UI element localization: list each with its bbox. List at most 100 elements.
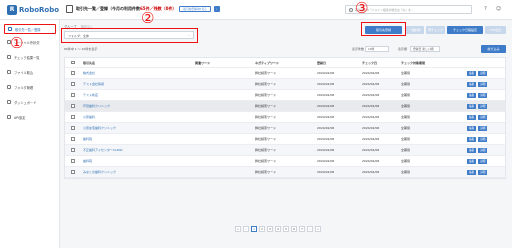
page-button[interactable]: 4: [275, 226, 281, 232]
table-row[interactable]: テスト新店 弊社検索ワード 2024/02/06 2024/02/06 全期間 編集 詳細: [65, 90, 505, 101]
detail-button[interactable]: 詳細: [478, 147, 488, 153]
client-name-link[interactable]: 小原在宅歯科クリニック: [83, 123, 116, 133]
recheck-button[interactable]: 再チェック: [426, 26, 445, 34]
filter-button[interactable]: 絞り込み: [481, 45, 506, 53]
edit-button[interactable]: 編集: [467, 158, 477, 164]
help-icon[interactable]: ?: [482, 6, 489, 13]
row-checkbox[interactable]: [71, 167, 75, 177]
edit-button[interactable]: 編集: [467, 70, 477, 76]
display-count-select[interactable]: 10件: [365, 46, 389, 52]
checkbox[interactable]: [71, 170, 75, 174]
detail-button[interactable]: 詳細: [478, 103, 488, 109]
edit-button[interactable]: 編集: [467, 114, 477, 120]
detail-button[interactable]: 詳細: [478, 114, 488, 120]
page-button[interactable]: «: [235, 226, 241, 232]
sort-select[interactable]: 登録日 新しい順: [410, 46, 440, 52]
row-checkbox[interactable]: [71, 101, 75, 111]
col-checked[interactable]: チェック日: [362, 58, 377, 67]
edit-button[interactable]: 編集: [467, 125, 477, 131]
page-button[interactable]: 2: [259, 226, 265, 232]
annotation-three: ③: [355, 0, 369, 17]
registered-date-cell: 2024/02/06: [317, 148, 335, 152]
folder-icon: [7, 85, 11, 89]
client-name-link[interactable]: 歯科院: [83, 156, 92, 166]
check-schedule-button[interactable]: チェック日程設定: [447, 26, 483, 34]
edit-button[interactable]: 編集: [467, 169, 477, 175]
page-button[interactable]: 7: [299, 226, 305, 232]
checkbox[interactable]: [71, 93, 75, 97]
row-checkbox[interactable]: [71, 156, 75, 166]
client-name-link[interactable]: テスト新店: [83, 90, 98, 100]
row-checkbox[interactable]: [71, 112, 75, 122]
row-checkbox[interactable]: [71, 68, 75, 78]
checkbox[interactable]: [71, 60, 75, 65]
sidebar-item-check-results[interactable]: チェック結果一覧: [4, 52, 56, 62]
client-name-link[interactable]: 芦田歯科クリニック: [83, 101, 110, 111]
table-row[interactable]: 歯科院 弊社検索ワード 2024/02/06 2024/02/06 全期間 編集 詳細: [65, 134, 505, 145]
checkbox[interactable]: [71, 115, 75, 119]
sidebar-item-clients[interactable]: 取引先一覧／登録: [4, 24, 56, 34]
checkbox[interactable]: [71, 71, 75, 75]
col-registered[interactable]: 登録日: [317, 58, 326, 67]
table-row[interactable]: 小原歯科 弊社検索ワード 2024/02/06 2024/02/06 全期間 編集 詳細: [65, 112, 505, 123]
pagination: «‹ 1 2 3 4 5 6 7 ›»: [235, 226, 321, 232]
table-row[interactable]: 芦田歯科クリニック 弊社検索ワード 2024/02/06 2024/02/06 全期間 編…: [65, 101, 505, 112]
table-row[interactable]: みなとの歯科クリニック 弊社検索ワード 2024/02/06 2024/02/06 全期…: [65, 167, 505, 178]
edit-button[interactable]: 編集: [467, 136, 477, 142]
col-name[interactable]: 取引先名: [83, 58, 95, 67]
limit-button-icon[interactable]: ›: [213, 6, 220, 12]
client-name-link[interactable]: みなとの歯科クリニック: [83, 167, 116, 177]
page-button[interactable]: ‹: [243, 226, 249, 232]
row-checkbox[interactable]: [71, 79, 75, 89]
sidebar-item-label: ファイル取込: [14, 70, 34, 75]
edit-button[interactable]: 編集: [467, 92, 477, 98]
client-name-link[interactable]: 株式会社: [83, 68, 95, 78]
sidebar-item-api[interactable]: API設定: [4, 112, 56, 122]
checkbox[interactable]: [71, 148, 75, 152]
client-name-link[interactable]: 不正歯科アイセンターCLINIC: [83, 145, 123, 155]
app-logo[interactable]: R RoboRobo: [7, 5, 59, 15]
table-row[interactable]: テスト会社情報 弊社検索ワード 2024/02/06 2024/02/06 全期間 編集詳…: [65, 79, 505, 90]
edit-button[interactable]: 編集: [467, 147, 477, 153]
table-row[interactable]: 歯科院 弊社検索ワード 2024/02/06 2024/02/06 全期間 編集 詳細: [65, 156, 505, 167]
row-checkbox[interactable]: [71, 145, 75, 155]
page-button[interactable]: 1: [251, 226, 257, 232]
select-all-checkbox[interactable]: [71, 58, 75, 67]
client-name-link[interactable]: テスト会社情報: [83, 79, 104, 89]
page-button[interactable]: 5: [283, 226, 289, 232]
csv-export-button[interactable]: CSV出力: [485, 26, 506, 34]
edit-button[interactable]: 編集: [467, 81, 477, 87]
detail-button[interactable]: 詳細: [478, 125, 488, 131]
checkbox[interactable]: [71, 126, 75, 130]
page-button[interactable]: ›: [307, 226, 313, 232]
detail-button[interactable]: 詳細: [478, 169, 488, 175]
page-button[interactable]: 3: [267, 226, 273, 232]
period-cell: 全期間: [401, 170, 411, 174]
checkbox[interactable]: [71, 104, 75, 108]
table-row[interactable]: 株式会社 弊社検索ワード 2024/02/06 2024/02/06 全期間 編集 詳細: [65, 68, 505, 79]
detail-button[interactable]: 詳細: [478, 70, 488, 76]
checkbox[interactable]: [71, 159, 75, 163]
table-row[interactable]: 小原在宅歯科クリニック 弊社検索ワード 2024/02/06 2024/02/06 全期…: [65, 123, 505, 134]
bulk-delete-button[interactable]: 一括削除: [405, 26, 424, 34]
client-name-link[interactable]: 歯科院: [83, 134, 92, 144]
edit-button[interactable]: 編集: [467, 103, 477, 109]
client-name-link[interactable]: 小原歯科: [83, 112, 95, 122]
checkbox[interactable]: [71, 137, 75, 141]
sidebar-item-file-import[interactable]: ファイル取込: [4, 67, 56, 77]
page-button[interactable]: 6: [291, 226, 297, 232]
row-checkbox[interactable]: [71, 90, 75, 100]
detail-button[interactable]: 詳細: [478, 81, 488, 87]
row-checkbox[interactable]: [71, 123, 75, 133]
detail-button[interactable]: 詳細: [478, 136, 488, 142]
limit-button[interactable]: 取引先登録枠を見る: [179, 6, 211, 12]
checkbox[interactable]: [71, 82, 75, 86]
detail-button[interactable]: 詳細: [478, 92, 488, 98]
user-icon[interactable]: ☺: [495, 6, 502, 13]
sidebar-item-dashboard[interactable]: ダッシュボード: [4, 97, 56, 107]
row-checkbox[interactable]: [71, 134, 75, 144]
page-button[interactable]: »: [315, 226, 321, 232]
detail-button[interactable]: 詳細: [478, 158, 488, 164]
sidebar-item-folders[interactable]: フォルダ管理: [4, 82, 56, 92]
table-row[interactable]: 不正歯科アイセンターCLINIC 弊社検索ワード 2024/02/06 2024/02…: [65, 145, 505, 156]
